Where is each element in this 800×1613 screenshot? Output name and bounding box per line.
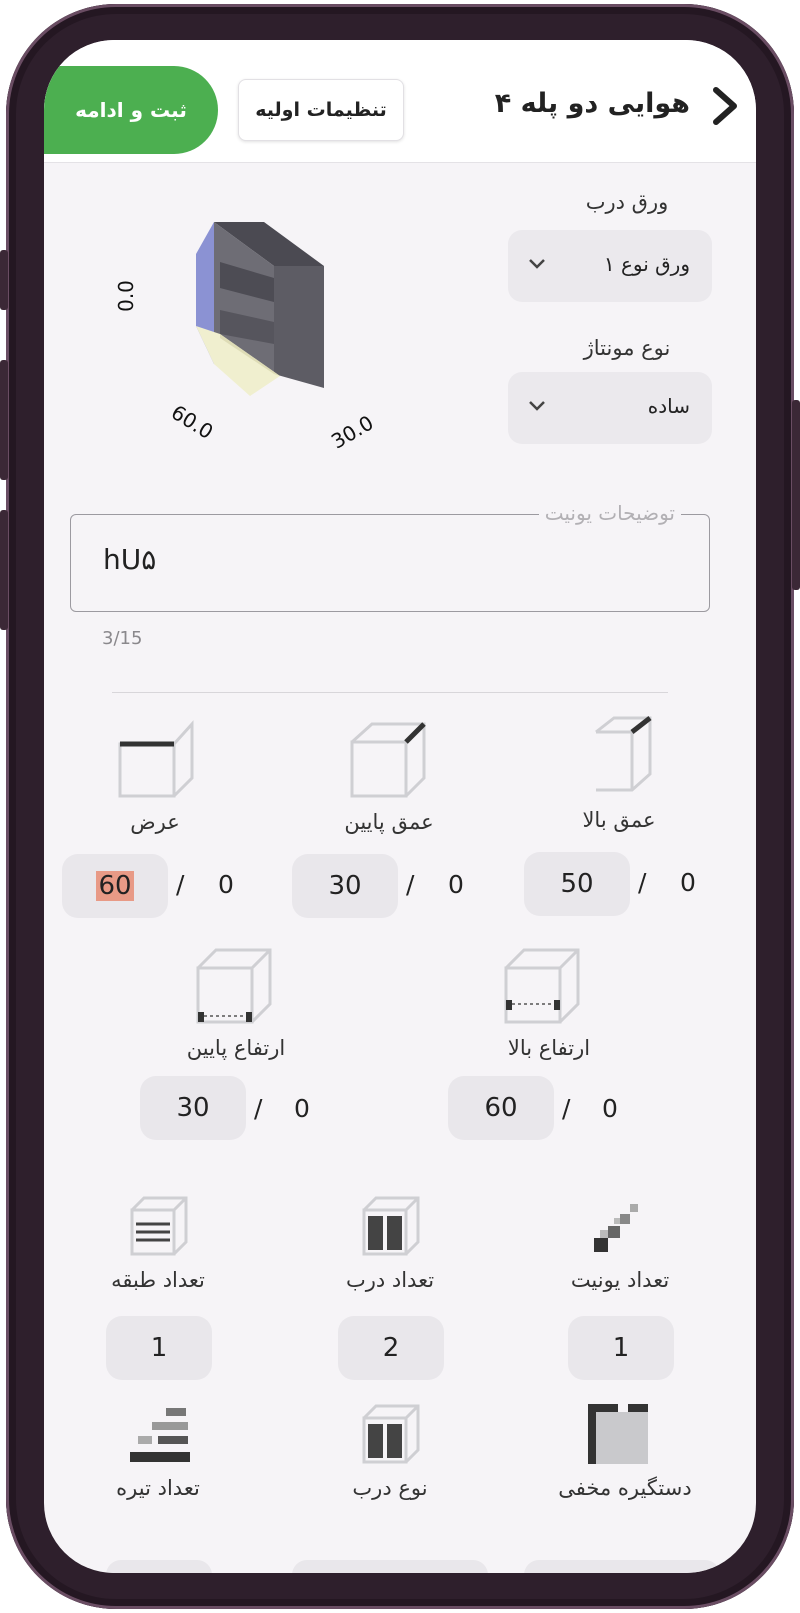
hidden-handle-label: دستگیره مخفی (558, 1476, 692, 1500)
slash: / (638, 868, 647, 897)
height-bottom-icon (196, 948, 272, 1024)
page-title: هوایی دو پله ۴ (494, 88, 690, 119)
door-count-icon (362, 1196, 420, 1256)
initial-settings-button[interactable]: تنظیمات اولیه (238, 79, 404, 141)
width-label: عرض (130, 810, 180, 834)
unit-description-legend: توضیحات یونیت (538, 501, 681, 525)
unit-count-icon (594, 1204, 638, 1252)
preview-height-value: 0.0 (113, 280, 138, 312)
preview-depth-value: 30.0 (326, 410, 378, 454)
partial-pill (524, 1560, 720, 1573)
preview-width-value: 60.0 (167, 400, 218, 444)
submit-continue-button[interactable]: ثبت و ادامه (44, 66, 218, 154)
depth-top-label: عمق بالا (582, 808, 656, 832)
unit-description-value: hU۵ (103, 543, 157, 576)
sheet-select-value: ورق نوع ۱ (603, 252, 690, 276)
height-bottom-offset[interactable]: 0 (294, 1094, 310, 1123)
width-offset[interactable]: 0 (218, 870, 234, 899)
back-chevron-icon[interactable] (706, 86, 742, 126)
app-screen: هوایی دو پله ۴ تنظیمات اولیه ثبت و ادامه… (44, 40, 756, 1573)
door-count-label: تعداد درب (345, 1268, 435, 1292)
height-top-offset[interactable]: 0 (602, 1094, 618, 1123)
depth-bottom-icon (350, 722, 426, 798)
door-type-icon (362, 1404, 420, 1464)
chevron-down-icon (529, 401, 545, 411)
height-top-label: ارتفاع بالا (507, 1036, 591, 1060)
unit-description-input[interactable]: توضیحات یونیت hU۵ (70, 501, 710, 612)
shelf-count-label: تعداد طبقه (111, 1268, 205, 1292)
slash: / (254, 1094, 263, 1123)
mount-select[interactable]: ساده (508, 372, 712, 444)
chevron-down-icon (529, 259, 545, 269)
cabinet-3d-preview (196, 222, 324, 396)
side-button (792, 400, 800, 590)
blade-count-label: تعداد تیره (116, 1476, 200, 1500)
sheet-label: ورق درب (585, 190, 669, 214)
app-header: هوایی دو پله ۴ تنظیمات اولیه ثبت و ادامه (44, 40, 756, 163)
door-type-label: نوع درب (352, 1476, 428, 1500)
mount-label: نوع مونتاژ (583, 336, 671, 360)
side-button (0, 510, 8, 630)
height-top-value[interactable]: 60 (448, 1076, 554, 1140)
shelf-count-value[interactable]: 1 (106, 1316, 212, 1380)
unit-count-label: تعداد یونیت (570, 1268, 670, 1292)
depth-top-value[interactable]: 50 (524, 852, 630, 916)
side-button (0, 250, 8, 310)
width-value[interactable]: 60 (62, 854, 168, 918)
slash: / (176, 870, 185, 899)
divider (112, 692, 668, 693)
height-bottom-label: ارتفاع پایین (186, 1036, 286, 1060)
door-count-value[interactable]: 2 (338, 1316, 444, 1380)
depth-top-icon (595, 716, 652, 792)
depth-bottom-offset[interactable]: 0 (448, 870, 464, 899)
partial-pill (106, 1560, 212, 1573)
blade-count-icon (130, 1408, 190, 1462)
shelf-count-icon (130, 1196, 188, 1256)
depth-bottom-value[interactable]: 30 (292, 854, 398, 918)
partial-pill (292, 1560, 488, 1573)
side-button (0, 360, 8, 480)
slash: / (406, 870, 415, 899)
height-top-icon (504, 948, 580, 1024)
mount-select-value: ساده (647, 394, 690, 418)
unit-count-value[interactable]: 1 (568, 1316, 674, 1380)
width-value-text: 60 (96, 871, 134, 901)
hidden-handle-icon (588, 1404, 648, 1464)
depth-bottom-label: عمق پایین (344, 810, 434, 834)
sheet-select[interactable]: ورق نوع ۱ (508, 230, 712, 302)
depth-top-offset[interactable]: 0 (680, 868, 696, 897)
height-bottom-value[interactable]: 30 (140, 1076, 246, 1140)
slash: / (562, 1094, 571, 1123)
width-icon (118, 720, 194, 798)
char-counter: 3/15 (102, 628, 143, 649)
